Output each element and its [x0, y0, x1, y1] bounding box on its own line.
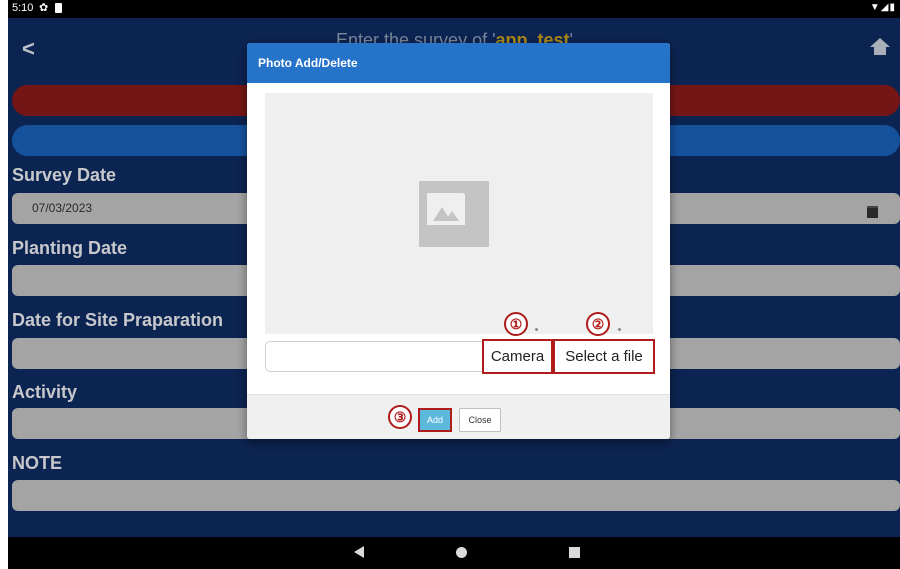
dialog-title: Photo Add/Delete — [258, 56, 358, 70]
dialog-footer: ③ Add Close — [247, 394, 670, 439]
android-nav-bar — [8, 537, 900, 569]
dialog-header: Photo Add/Delete — [247, 43, 670, 83]
photo-preview — [265, 93, 653, 334]
nav-recent-icon[interactable] — [569, 547, 580, 558]
close-button[interactable]: Close — [459, 408, 501, 432]
photo-dialog: Photo Add/Delete Camera Select a file ① … — [247, 43, 670, 439]
file-name-input[interactable] — [265, 341, 492, 372]
sd-card-icon — [55, 3, 62, 13]
callout-1-dot — [535, 328, 538, 331]
nav-back-icon[interactable] — [354, 546, 364, 558]
status-bar: 5:10 ✿ ▼◢▮ — [8, 0, 900, 18]
camera-button[interactable]: Camera — [482, 339, 553, 374]
signal-icon: ▼◢▮ — [869, 2, 896, 13]
callout-2: ② — [586, 312, 610, 336]
nav-home-icon[interactable] — [456, 547, 467, 558]
select-file-button[interactable]: Select a file — [553, 339, 655, 374]
gear-icon: ✿ — [39, 2, 49, 14]
callout-1: ① — [504, 312, 528, 336]
add-button[interactable]: Add — [418, 408, 452, 432]
callout-2-dot — [618, 328, 621, 331]
status-time: 5:10 — [12, 2, 34, 14]
callout-3: ③ — [388, 405, 412, 429]
image-upload-icon — [419, 181, 489, 247]
